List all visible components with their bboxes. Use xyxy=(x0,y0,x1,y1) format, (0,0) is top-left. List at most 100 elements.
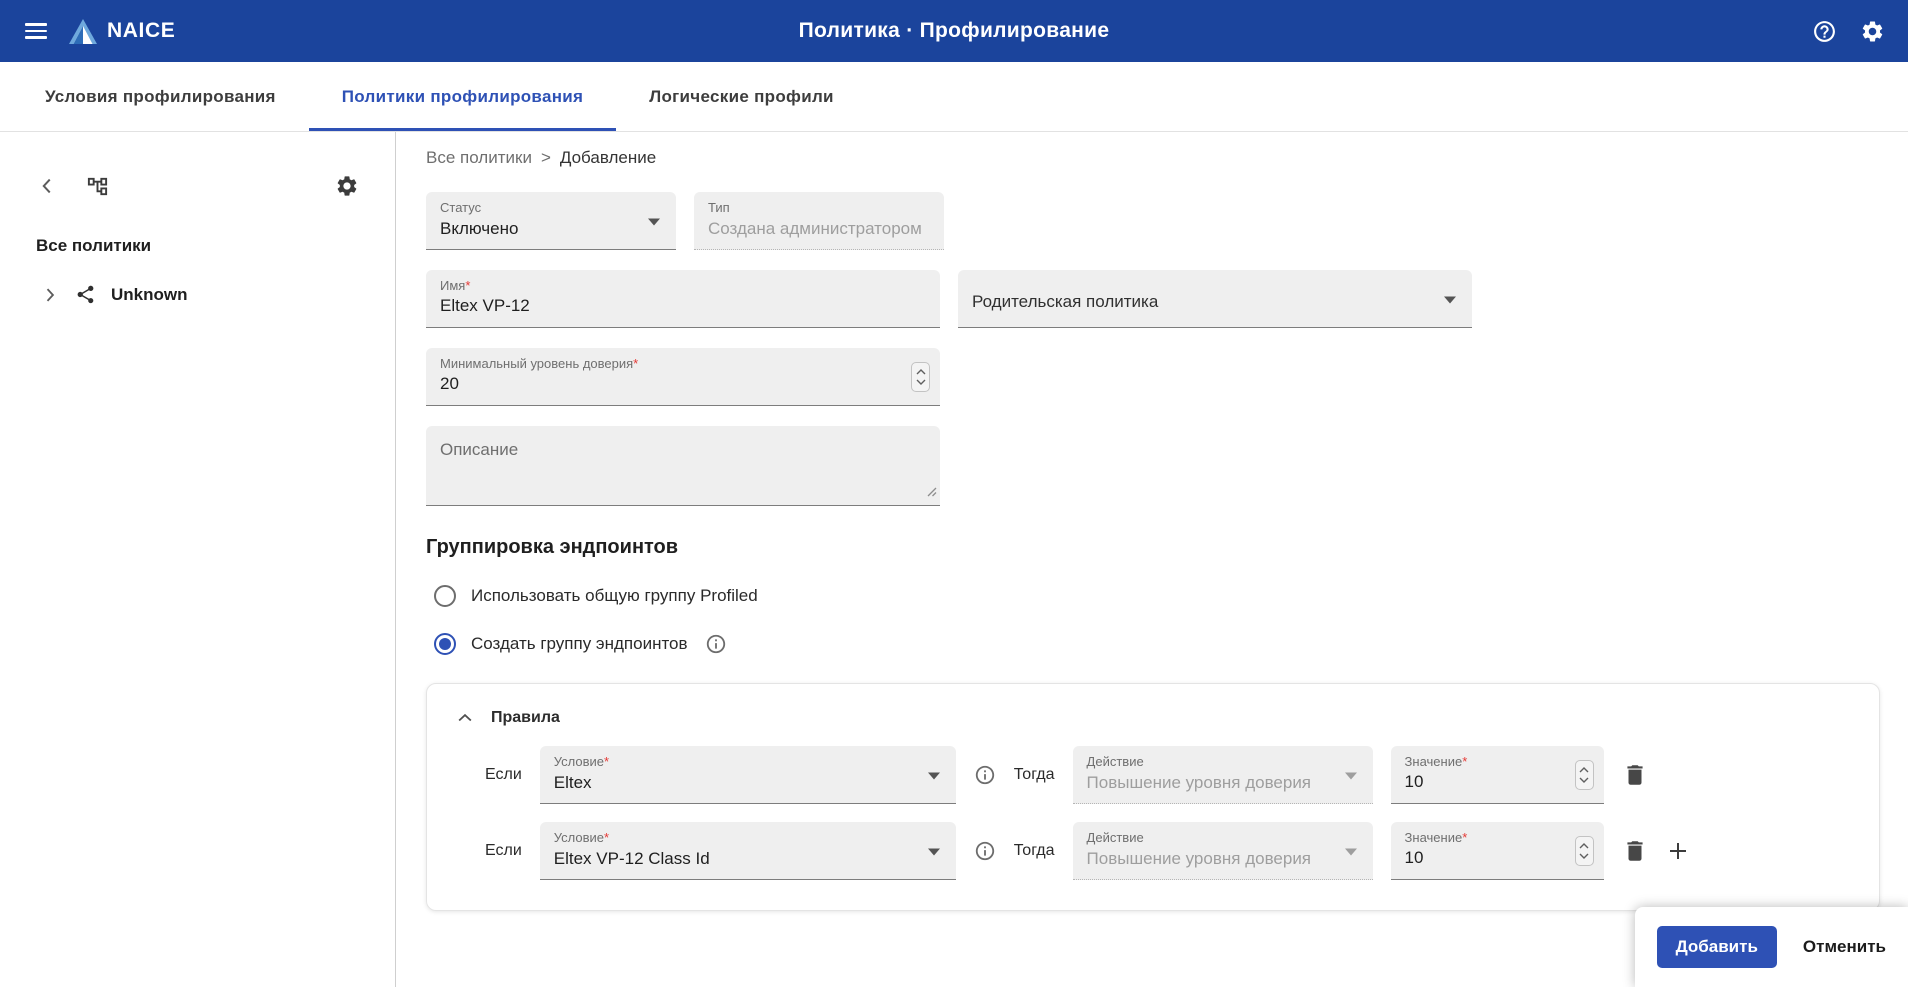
app-name: NAICE xyxy=(107,19,175,43)
action-value: Повышение уровня доверия xyxy=(1087,849,1359,869)
rule-value-input[interactable] xyxy=(1405,772,1590,792)
required-asterisk: * xyxy=(1462,754,1467,769)
appbar-actions xyxy=(1804,11,1892,51)
status-select[interactable]: Статус Включено xyxy=(426,192,676,250)
rule-value-input[interactable] xyxy=(1405,848,1590,868)
menu-button[interactable] xyxy=(16,11,56,51)
condition-info-icon[interactable] xyxy=(974,764,996,786)
status-label: Статус xyxy=(440,200,481,215)
required-asterisk: * xyxy=(1462,830,1467,845)
tree-item-unknown[interactable]: Unknown xyxy=(36,284,359,305)
status-value: Включено xyxy=(440,219,662,239)
policy-node-icon xyxy=(75,284,96,305)
description-field[interactable]: Описание xyxy=(426,426,940,506)
expand-node-chevron-icon[interactable] xyxy=(40,285,60,305)
number-stepper[interactable] xyxy=(911,362,930,392)
naice-logo-icon xyxy=(68,18,98,45)
breadcrumb: Все политики > Добавление xyxy=(426,148,1880,168)
grouping-section-title: Группировка эндпоинтов xyxy=(426,536,1880,559)
radio-icon[interactable] xyxy=(434,585,456,607)
condition-value: Eltex xyxy=(554,773,942,793)
required-asterisk: * xyxy=(465,278,470,293)
rule-value-field[interactable]: Значение* xyxy=(1391,746,1604,804)
add-button[interactable]: Добавить xyxy=(1657,926,1777,968)
action-label: Действие xyxy=(1087,754,1144,769)
collapse-rules-button[interactable] xyxy=(455,708,475,728)
radio-option-profiled-group[interactable]: Использовать общую группу Profiled xyxy=(426,585,1880,607)
sidebar-toolbar xyxy=(36,174,359,198)
description-label: Описание xyxy=(440,440,518,459)
action-label: Действие xyxy=(1087,830,1144,845)
action-value: Повышение уровня доверия xyxy=(1087,773,1359,793)
delete-rule-button[interactable] xyxy=(1622,762,1648,788)
rule-value-field[interactable]: Значение* xyxy=(1391,822,1604,880)
if-label: Если xyxy=(485,842,522,860)
min-trust-field[interactable]: Минимальный уровень доверия* xyxy=(426,348,940,406)
breadcrumb-current: Добавление xyxy=(560,148,656,168)
value-label: Значение xyxy=(1405,754,1463,769)
main-tabs: Условия профилирования Политики профилир… xyxy=(0,62,1908,132)
dropdown-caret-icon xyxy=(648,218,660,225)
settings-button[interactable] xyxy=(1852,11,1892,51)
breadcrumb-separator: > xyxy=(541,148,551,168)
breadcrumb-parent-link[interactable]: Все политики xyxy=(426,148,532,168)
help-button[interactable] xyxy=(1804,11,1844,51)
condition-label: Условие xyxy=(554,754,604,769)
dropdown-caret-icon xyxy=(1345,772,1357,779)
app-header: NAICE Политика · Профилирование xyxy=(0,0,1908,62)
min-trust-input[interactable] xyxy=(440,374,926,394)
add-rule-button[interactable] xyxy=(1666,839,1690,863)
radio-label: Использовать общую группу Profiled xyxy=(471,586,758,606)
parent-policy-select[interactable]: Родительская политика xyxy=(958,270,1472,328)
condition-value: Eltex VP-12 Class Id xyxy=(554,849,942,869)
tab-logical-profiles[interactable]: Логические профили xyxy=(616,62,867,131)
dropdown-caret-icon xyxy=(928,848,940,855)
action-select: Действие Повышение уровня доверия xyxy=(1073,746,1373,804)
tab-profiling-policies[interactable]: Политики профилирования xyxy=(309,62,617,131)
rules-card: Правила Если Условие* Eltex Тогда Действ… xyxy=(426,683,1880,911)
policy-form: Все политики > Добавление Статус Включен… xyxy=(396,132,1908,987)
required-asterisk: * xyxy=(604,830,609,845)
page-title: Политика · Профилирование xyxy=(799,19,1110,43)
cancel-button[interactable]: Отменить xyxy=(1803,937,1886,957)
value-label: Значение xyxy=(1405,830,1463,845)
menu-icon xyxy=(25,23,47,39)
resize-grip-icon[interactable] xyxy=(924,484,937,502)
if-label: Если xyxy=(485,766,522,784)
condition-select[interactable]: Условие* Eltex xyxy=(540,746,956,804)
condition-info-icon[interactable] xyxy=(974,840,996,862)
name-field[interactable]: Имя* xyxy=(426,270,940,328)
required-asterisk: * xyxy=(604,754,609,769)
tab-profiling-conditions[interactable]: Условия профилирования xyxy=(12,62,309,131)
info-icon[interactable] xyxy=(705,633,727,655)
dropdown-caret-icon xyxy=(1345,848,1357,855)
help-icon xyxy=(1812,19,1837,44)
delete-rule-button[interactable] xyxy=(1622,838,1648,864)
rule-row: Если Условие* Eltex Тогда Действие Повыш… xyxy=(455,746,1853,804)
action-select: Действие Повышение уровня доверия xyxy=(1073,822,1373,880)
type-label: Тип xyxy=(708,200,730,215)
dropdown-caret-icon xyxy=(1444,296,1456,303)
policy-tree-sidebar: Все политики Unknown xyxy=(0,132,396,987)
name-input[interactable] xyxy=(440,296,926,316)
app-logo: NAICE xyxy=(68,18,175,45)
rule-row: Если Условие* Eltex VP-12 Class Id Тогда… xyxy=(455,822,1853,880)
number-stepper[interactable] xyxy=(1575,836,1594,866)
condition-select[interactable]: Условие* Eltex VP-12 Class Id xyxy=(540,822,956,880)
condition-label: Условие xyxy=(554,830,604,845)
collapse-sidebar-button[interactable] xyxy=(36,175,58,197)
tree-settings-button[interactable] xyxy=(335,174,359,198)
dropdown-caret-icon xyxy=(928,772,940,779)
radio-icon[interactable] xyxy=(434,633,456,655)
name-label: Имя xyxy=(440,278,465,293)
radio-label: Создать группу эндпоинтов xyxy=(471,634,688,654)
then-label: Тогда xyxy=(1014,842,1055,860)
tree-view-icon[interactable] xyxy=(86,175,109,198)
number-stepper[interactable] xyxy=(1575,760,1594,790)
min-trust-label: Минимальный уровень доверия xyxy=(440,356,633,371)
tree-item-label: Unknown xyxy=(111,285,188,305)
required-asterisk: * xyxy=(633,356,638,371)
type-field: Тип Создана администратором xyxy=(694,192,944,250)
type-placeholder: Создана администратором xyxy=(708,219,930,239)
radio-option-create-group[interactable]: Создать группу эндпоинтов xyxy=(426,633,1880,655)
